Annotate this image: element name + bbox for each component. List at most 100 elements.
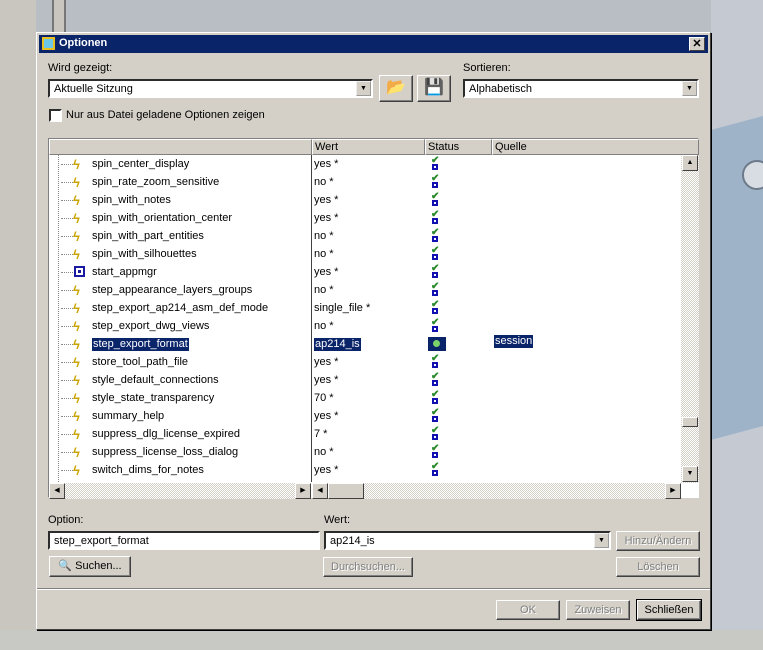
chevron-down-icon[interactable]: ▼	[594, 533, 609, 548]
table-row[interactable]: ϟ spin_rate_zoom_sensitive	[49, 173, 311, 191]
table-row-values[interactable]: yes * ✔	[314, 407, 681, 425]
close-button[interactable]: ✕	[689, 37, 705, 51]
ok-button[interactable]: OK	[496, 600, 560, 620]
tree-line	[61, 182, 73, 183]
apply-button[interactable]: Zuweisen	[566, 600, 630, 620]
table-row-values[interactable]: 7 * ✔	[314, 425, 681, 443]
tree-line	[61, 344, 73, 345]
table-row-values[interactable]: 70 * ✔	[314, 389, 681, 407]
table-row[interactable]: ϟ step_export_dwg_views	[49, 317, 311, 335]
tree-line	[61, 290, 73, 291]
option-name: summary_help	[92, 410, 165, 422]
scroll-down-button[interactable]: ▼	[682, 466, 698, 482]
option-value: no *	[314, 320, 334, 332]
value-combo[interactable]: ap214_is ▼	[324, 531, 611, 550]
title-bar[interactable]: Optionen ✕	[39, 35, 708, 53]
table-row-values[interactable]: yes * ✔	[314, 461, 681, 479]
scroll-left-button[interactable]: ◀	[49, 483, 65, 499]
table-row[interactable]: ϟ style_state_transparency	[49, 389, 311, 407]
option-input[interactable]: step_export_format	[48, 531, 320, 550]
close-dialog-button[interactable]: Schließen	[636, 599, 702, 621]
sort-label: Sortieren:	[463, 62, 511, 74]
tree-line	[61, 380, 73, 381]
table-row-values[interactable]: yes * ✔	[314, 263, 681, 281]
table-row-values[interactable]: ap214_is session	[314, 335, 681, 353]
table-row[interactable]: ϟ spin_with_silhouettes	[49, 245, 311, 263]
tree-line	[61, 398, 73, 399]
table-row[interactable]: ϟ style_default_connections	[49, 371, 311, 389]
open-file-button[interactable]: 📂	[379, 75, 413, 102]
option-name: spin_with_orientation_center	[92, 212, 233, 224]
table-row-values[interactable]: yes * ✔	[314, 191, 681, 209]
table-row-values[interactable]: yes * ✔	[314, 353, 681, 371]
tree-line	[61, 164, 73, 165]
table-row-values[interactable]: yes * ✔	[314, 155, 681, 173]
lightning-icon: ϟ	[73, 337, 80, 352]
scroll-thumb[interactable]	[328, 483, 364, 499]
scroll-left-button[interactable]: ◀	[312, 483, 328, 499]
scroll-up-button[interactable]: ▲	[682, 155, 698, 171]
search-button[interactable]: 🔍 Suchen...	[49, 556, 131, 577]
option-value: yes *	[314, 410, 339, 422]
option-name: spin_with_silhouettes	[92, 248, 197, 260]
lightning-icon: ϟ	[73, 247, 80, 262]
lightning-icon: ϟ	[73, 319, 80, 334]
shown-combo[interactable]: Aktuelle Sitzung ▼	[48, 79, 373, 98]
value-input: ap214_is	[330, 535, 375, 547]
vertical-scrollbar[interactable]: ▲ ▼	[681, 155, 699, 483]
session-status-icon	[428, 337, 446, 351]
options-dialog: Optionen ✕ Wird gezeigt: Aktuelle Sitzun…	[36, 32, 711, 630]
table-row-values[interactable]: single_file * ✔	[314, 299, 681, 317]
table-row-values[interactable]: no * ✔	[314, 317, 681, 335]
table-row[interactable]: ϟ step_appearance_layers_groups	[49, 281, 311, 299]
table-row[interactable]: ϟ step_export_format	[49, 335, 311, 353]
background	[0, 630, 763, 650]
delete-button[interactable]: Löschen	[616, 557, 700, 577]
table-row[interactable]: start_appmgr	[49, 263, 311, 281]
table-row[interactable]: ϟ suppress_dlg_license_expired	[49, 425, 311, 443]
add-change-button[interactable]: Hinzu/Ändern	[616, 531, 700, 551]
table-row[interactable]: ϟ step_export_ap214_asm_def_mode	[49, 299, 311, 317]
app-manager-icon	[74, 266, 85, 277]
sort-combo[interactable]: Alphabetisch ▼	[463, 79, 699, 98]
table-row-values[interactable]: no * ✔	[314, 245, 681, 263]
option-name: suppress_dlg_license_expired	[92, 428, 240, 440]
value-horizontal-scrollbar[interactable]: ◀ ▶	[312, 483, 681, 499]
browse-button[interactable]: Durchsuchen...	[323, 557, 413, 577]
table-row-values[interactable]: no * ✔	[314, 281, 681, 299]
table-row-values[interactable]: yes * ✔	[314, 371, 681, 389]
table-row[interactable]: ϟ summary_help	[49, 407, 311, 425]
table-row[interactable]: ϟ suppress_license_loss_dialog	[49, 443, 311, 461]
save-file-button[interactable]: 💾	[417, 75, 451, 102]
table-row[interactable]: ϟ store_tool_path_file	[49, 353, 311, 371]
table-row-values[interactable]: no * ✔	[314, 173, 681, 191]
lightning-icon: ϟ	[73, 157, 80, 172]
table-row-values[interactable]: no * ✔	[314, 443, 681, 461]
table-row-values[interactable]: yes * ✔	[314, 209, 681, 227]
option-value: 7 *	[314, 428, 328, 440]
table-row[interactable]: ϟ spin_with_part_entities	[49, 227, 311, 245]
option-value: no *	[314, 230, 334, 242]
tree-line	[61, 218, 73, 219]
scroll-right-button[interactable]: ▶	[665, 483, 681, 499]
shown-value: Aktuelle Sitzung	[54, 83, 133, 95]
table-row-values[interactable]: no * ✔	[314, 227, 681, 245]
chevron-down-icon[interactable]: ▼	[682, 81, 697, 96]
status-check-icon: ✔	[430, 461, 440, 479]
name-horizontal-scrollbar[interactable]: ◀ ▶	[49, 483, 311, 499]
lightning-icon: ϟ	[73, 391, 80, 406]
tree-line	[61, 416, 73, 417]
scroll-thumb[interactable]	[682, 417, 698, 427]
lightning-icon: ϟ	[73, 463, 80, 478]
table-row[interactable]: ϟ spin_with_notes	[49, 191, 311, 209]
chevron-down-icon[interactable]: ▼	[356, 81, 371, 96]
option-value: yes *	[314, 374, 339, 386]
scroll-right-button[interactable]: ▶	[295, 483, 311, 499]
lightning-icon: ϟ	[73, 193, 80, 208]
option-value: yes *	[314, 158, 339, 170]
table-row[interactable]: ϟ switch_dims_for_notes	[49, 461, 311, 479]
table-row[interactable]: ϟ spin_center_display	[49, 155, 311, 173]
file-only-checkbox[interactable]	[49, 109, 62, 122]
option-name: store_tool_path_file	[92, 356, 189, 368]
table-row[interactable]: ϟ spin_with_orientation_center	[49, 209, 311, 227]
